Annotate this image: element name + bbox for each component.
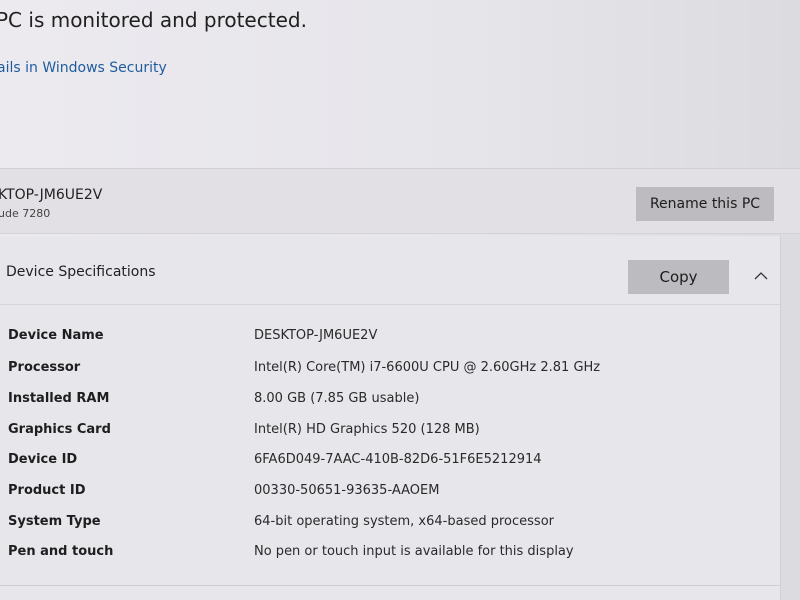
spec-row-device-name: Device Name DESKTOP-JM6UE2V xyxy=(0,324,780,352)
spec-value: Intel(R) HD Graphics 520 (128 MB) xyxy=(254,422,480,437)
spec-label: Product ID xyxy=(8,483,86,498)
spec-label: Installed RAM xyxy=(8,391,110,406)
spec-value: 8.00 GB (7.85 GB usable) xyxy=(254,391,420,406)
spec-label: Graphics Card xyxy=(8,422,111,437)
spec-value: Intel(R) Core(TM) i7-6600U CPU @ 2.60GHz… xyxy=(254,360,601,375)
spec-row-installed-ram: Installed RAM 8.00 GB (7.85 GB usable) xyxy=(0,387,780,415)
chevron-up-icon xyxy=(754,272,768,280)
settings-about-page: PC is monitored and protected. ails in W… xyxy=(0,0,800,600)
security-status-title: PC is monitored and protected. xyxy=(0,8,307,32)
rename-pc-button[interactable]: Rename this PC xyxy=(636,187,774,221)
spec-label: Device ID xyxy=(8,452,78,467)
spec-value: 6FA6D049-7AAC-410B-82D6-51F6E5212914 xyxy=(254,452,542,467)
collapse-toggle[interactable] xyxy=(748,264,774,286)
device-specifications-header[interactable]: Device Specifications Copy xyxy=(0,236,780,305)
pc-name-card: KTOP-JM6UE2V ude 7280 Rename this PC xyxy=(0,168,800,234)
spec-label: Processor xyxy=(8,360,81,375)
spec-value: DESKTOP-JM6UE2V xyxy=(254,328,378,343)
spec-label: Device Name xyxy=(8,328,104,343)
spec-value: 64-bit operating system, x64-based proce… xyxy=(254,514,554,529)
pc-model: ude 7280 xyxy=(0,207,51,220)
device-specifications-panel: Device Specifications Copy Device Name D… xyxy=(0,236,781,600)
spec-value: No pen or touch input is available for t… xyxy=(254,544,574,559)
spec-row-device-id: Device ID 6FA6D049-7AAC-410B-82D6-51F6E5… xyxy=(0,448,780,476)
spec-value: 00330-50651-93635-AAOEM xyxy=(254,483,440,498)
spec-row-system-type: System Type 64-bit operating system, x64… xyxy=(0,510,780,538)
device-specifications-title: Device Specifications xyxy=(6,264,156,280)
pc-name: KTOP-JM6UE2V xyxy=(0,187,103,203)
spec-row-graphics-card: Graphics Card Intel(R) HD Graphics 520 (… xyxy=(0,418,780,446)
spec-row-product-id: Product ID 00330-50651-93635-AAOEM xyxy=(0,479,780,507)
windows-security-link[interactable]: ails in Windows Security xyxy=(0,60,167,76)
spec-row-processor: Processor Intel(R) Core(TM) i7-6600U CPU… xyxy=(0,356,780,384)
spec-row-pen-and-touch: Pen and touch No pen or touch input is a… xyxy=(0,540,780,568)
copy-button[interactable]: Copy xyxy=(628,260,729,294)
spec-label: System Type xyxy=(8,514,101,529)
divider xyxy=(0,585,780,586)
spec-label: Pen and touch xyxy=(8,544,114,559)
